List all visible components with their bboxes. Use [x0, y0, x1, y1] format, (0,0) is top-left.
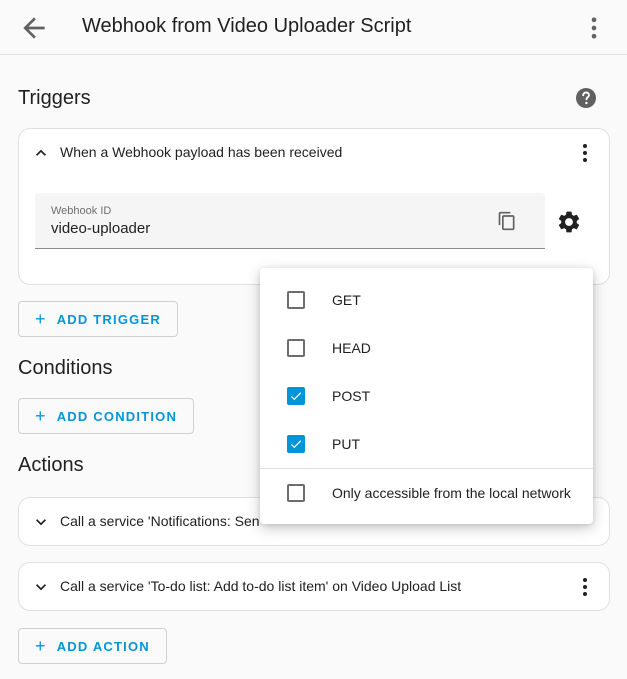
action-card: Call a service 'To-do list: Add to-do li…: [18, 562, 610, 611]
menu-item-head[interactable]: HEAD: [260, 324, 593, 372]
trigger-card: When a Webhook payload has been received…: [18, 128, 610, 285]
menu-item-get[interactable]: GET: [260, 276, 593, 324]
trigger-card-header[interactable]: When a Webhook payload has been received: [19, 129, 609, 177]
dots-vertical-icon: [591, 17, 597, 39]
webhook-id-value[interactable]: video-uploader: [51, 220, 150, 237]
menu-item-label: POST: [332, 388, 371, 404]
webhook-id-field[interactable]: Webhook ID video-uploader: [35, 193, 545, 249]
menu-item-post[interactable]: POST: [260, 372, 593, 420]
gear-icon: [558, 211, 580, 233]
chevron-up-icon: [36, 149, 46, 156]
trigger-card-title: When a Webhook payload has been received: [60, 144, 343, 160]
arrow-left-icon: [23, 17, 45, 39]
trigger-overflow-menu-button[interactable]: [573, 141, 597, 165]
check-icon: [290, 440, 302, 449]
back-button[interactable]: [18, 12, 50, 44]
plus-icon: +: [35, 406, 47, 426]
check-icon: [290, 392, 302, 401]
checkbox-icon[interactable]: [287, 435, 305, 453]
add-trigger-label: ADD TRIGGER: [56, 311, 161, 327]
add-condition-label: ADD CONDITION: [56, 408, 178, 424]
page-overflow-menu-button[interactable]: [580, 12, 608, 44]
help-button[interactable]: [574, 86, 598, 110]
action-card-title: Call a service 'Notifications: Sen: [60, 513, 260, 529]
checkbox-icon[interactable]: [287, 291, 305, 309]
plus-icon: +: [35, 309, 47, 329]
triggers-heading: Triggers: [18, 87, 91, 109]
webhook-options-button[interactable]: [556, 209, 582, 235]
actions-heading: Actions: [18, 454, 84, 476]
menu-item-label: PUT: [332, 436, 360, 452]
menu-item-local-only[interactable]: Only accessible from the local network: [260, 469, 593, 517]
chevron-down-icon: [36, 519, 46, 526]
menu-item-put[interactable]: PUT: [260, 420, 593, 468]
webhook-methods-menu: GET HEAD POST PUT Only accessible from t…: [260, 268, 593, 524]
add-condition-button[interactable]: + ADD CONDITION: [18, 398, 195, 434]
checkbox-icon[interactable]: [287, 387, 305, 405]
action-overflow-menu-button[interactable]: [573, 575, 597, 599]
page-title: Webhook from Video Uploader Script: [82, 15, 412, 37]
add-action-label: ADD ACTION: [56, 638, 150, 654]
content-copy-icon[interactable]: [497, 211, 517, 231]
help-circle-icon: [576, 88, 596, 108]
dots-vertical-icon: [583, 578, 587, 596]
action-card-header[interactable]: Call a service 'To-do list: Add to-do li…: [19, 563, 609, 611]
menu-item-label: GET: [332, 292, 361, 308]
action-card-title: Call a service 'To-do list: Add to-do li…: [60, 578, 462, 594]
chevron-down-icon: [36, 584, 46, 591]
menu-item-label: HEAD: [332, 340, 371, 356]
menu-item-label: Only accessible from the local network: [332, 485, 571, 501]
top-app-bar: Webhook from Video Uploader Script: [0, 0, 627, 55]
dots-vertical-icon: [583, 144, 587, 162]
add-action-button[interactable]: + ADD ACTION: [18, 628, 167, 664]
plus-icon: +: [35, 636, 47, 656]
add-trigger-button[interactable]: + ADD TRIGGER: [18, 301, 178, 337]
webhook-id-label: Webhook ID: [51, 205, 112, 217]
conditions-heading: Conditions: [18, 357, 113, 379]
checkbox-icon[interactable]: [287, 339, 305, 357]
checkbox-icon[interactable]: [287, 484, 305, 502]
